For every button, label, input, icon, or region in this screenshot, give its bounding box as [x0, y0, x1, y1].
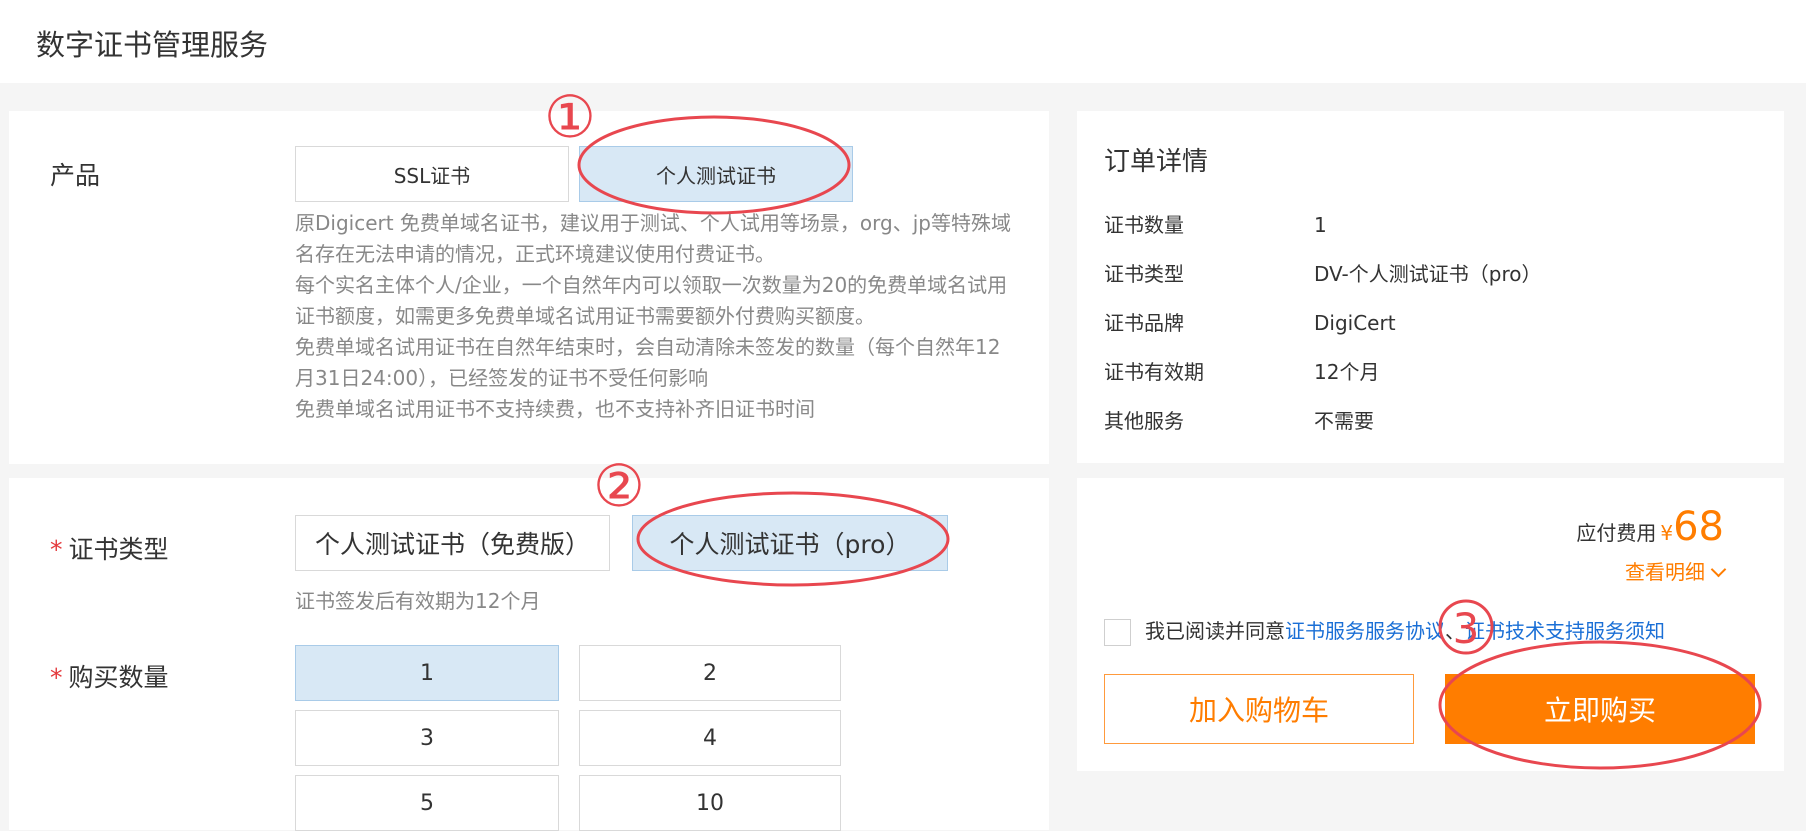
order-row-quantity: 证书数量 1 [1104, 209, 1327, 238]
order-row-other-services: 其他服务 不需要 [1104, 405, 1374, 434]
order-row-key: 证书有效期 [1104, 360, 1204, 384]
quantity-option-5[interactable]: 5 [295, 775, 559, 831]
product-description: 原Digicert 免费单域名证书，建议用于测试、个人试用等场景，org、jp等… [295, 208, 1015, 425]
order-title: 订单详情 [1104, 147, 1209, 177]
order-row-value: 1 [1314, 213, 1327, 237]
description-line: 免费单域名试用证书不支持续费，也不支持补齐旧证书时间 [295, 397, 815, 421]
service-agreement-link[interactable]: 证书服务服务协议 [1285, 619, 1445, 643]
product-option-ssl[interactable]: SSL证书 [295, 146, 569, 202]
required-mark: * [50, 663, 63, 692]
order-row-value: 不需要 [1314, 409, 1374, 433]
page-title: 数字证书管理服务 [36, 28, 269, 62]
agreement-row: 我已阅读并同意证书服务服务协议、证书技术支持服务须知 [1104, 615, 1665, 646]
quantity-option-3[interactable]: 3 [295, 710, 559, 766]
page-header: 数字证书管理服务 [0, 0, 1806, 83]
cert-type-label-text: 证书类型 [68, 535, 169, 564]
agreement-checkbox[interactable] [1104, 619, 1131, 646]
quantity-option-4[interactable]: 4 [579, 710, 841, 766]
quantity-option-2[interactable]: 2 [579, 645, 841, 701]
chevron-down-icon [1710, 561, 1727, 578]
description-line: 原Digicert 免费单域名证书，建议用于测试、个人试用等场景，org、jp等… [295, 211, 1011, 266]
price-amount: 68 [1673, 504, 1724, 550]
order-row-brand: 证书品牌 DigiCert [1104, 307, 1396, 336]
cert-type-option-free[interactable]: 个人测试证书（免费版） [295, 515, 610, 571]
product-panel: 产品 SSL证书 个人测试证书 原Digicert 免费单域名证书，建议用于测试… [9, 111, 1049, 464]
order-row-value: 12个月 [1314, 360, 1380, 384]
product-option-personal-test[interactable]: 个人测试证书 [579, 146, 853, 202]
product-label: 产品 [50, 161, 101, 190]
view-details-label: 查看明细 [1625, 560, 1705, 584]
support-notice-link[interactable]: 证书技术支持服务须知 [1465, 619, 1665, 643]
add-to-cart-button[interactable]: 加入购物车 [1104, 674, 1414, 744]
order-row-key: 证书数量 [1104, 213, 1184, 237]
fee-label: 应付费用 [1576, 521, 1657, 545]
buy-now-button[interactable]: 立即购买 [1445, 674, 1755, 744]
order-row-value: DigiCert [1314, 311, 1396, 335]
order-row-type: 证书类型 DV-个人测试证书（pro） [1104, 258, 1542, 287]
quantity-option-10[interactable]: 10 [579, 775, 841, 831]
order-row-validity: 证书有效期 12个月 [1104, 356, 1379, 385]
description-line: 免费单域名试用证书在自然年结束时，会自动清除未签发的数量（每个自然年12月31日… [295, 335, 1001, 390]
order-row-key: 证书类型 [1104, 262, 1184, 286]
price: 应付费用 ¥68 [1576, 504, 1724, 550]
order-details-panel: 订单详情 证书数量 1 证书类型 DV-个人测试证书（pro） 证书品牌 DigiCe… [1077, 111, 1784, 463]
view-details-link[interactable]: 查看明细 [1625, 556, 1727, 585]
payment-panel: 应付费用 ¥68 查看明细 我已阅读并同意证书服务服务协议、证书技术支持服务须知 … [1077, 478, 1784, 771]
order-row-value: DV-个人测试证书（pro） [1314, 262, 1542, 286]
order-row-key: 其他服务 [1104, 409, 1184, 433]
cert-type-hint: 证书签发后有效期为12个月 [295, 589, 541, 613]
quantity-option-1[interactable]: 1 [295, 645, 559, 701]
required-mark: * [50, 535, 63, 564]
currency-symbol: ¥ [1660, 521, 1674, 545]
quantity-label: * 购买数量 [50, 658, 169, 694]
quantity-label-text: 购买数量 [68, 663, 169, 692]
order-row-key: 证书品牌 [1104, 311, 1184, 335]
cert-type-option-pro[interactable]: 个人测试证书（pro） [632, 515, 948, 571]
description-line: 每个实名主体个人/企业，一个自然年内可以领取一次数量为20的免费单域名试用证书额… [295, 273, 1008, 328]
agreement-prefix: 我已阅读并同意 [1145, 619, 1285, 643]
cert-type-label: * 证书类型 [50, 530, 169, 566]
agreement-separator: 、 [1445, 619, 1465, 643]
cert-config-panel: * 证书类型 个人测试证书（免费版） 个人测试证书（pro） 证书签发后有效期为1… [9, 478, 1049, 831]
